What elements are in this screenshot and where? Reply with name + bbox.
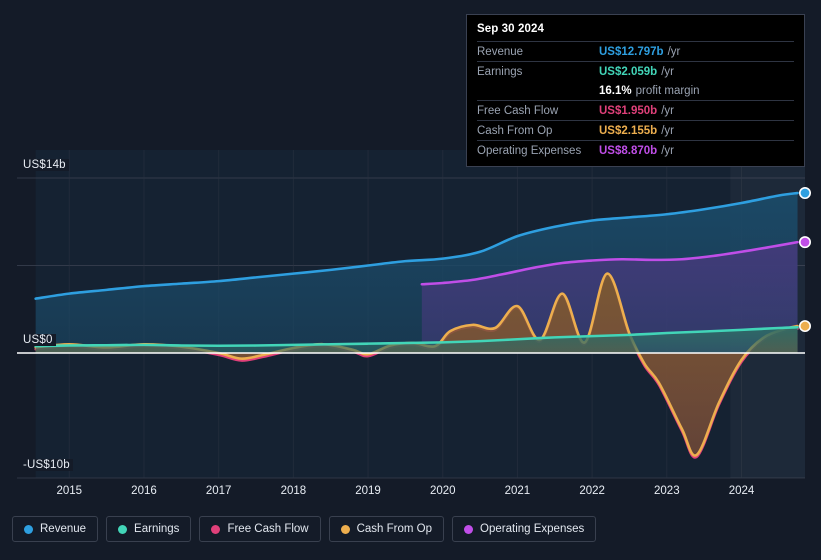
legend-item-free-cash-flow[interactable]: Free Cash Flow	[199, 516, 321, 542]
tooltip-row-value-group: US$8.870b/yr	[599, 144, 674, 158]
tooltip-row-value: US$12.797b	[599, 45, 664, 58]
tooltip-row-value-group: 16.1% profit margin	[599, 84, 700, 98]
tooltip-row-label: Operating Expenses	[477, 144, 582, 157]
tooltip-row-value: 16.1%	[599, 84, 632, 97]
tooltip-row-suffix: profit margin	[635, 84, 700, 97]
legend-color-dot-icon	[211, 524, 221, 534]
legend-color-dot-icon	[464, 524, 474, 534]
endpoint-marker-cash-from-op	[798, 320, 811, 333]
legend-item-cash-from-op[interactable]: Cash From Op	[328, 516, 445, 542]
tooltip-row-value: US$2.155b	[599, 124, 658, 137]
tooltip-row-value: US$1.950b	[599, 104, 658, 117]
y-axis-label-bottom: -US$10b	[20, 459, 73, 471]
chart-legend[interactable]: Revenue Earnings Free Cash Flow Cash From O…	[12, 516, 597, 542]
tooltip-row-value: US$2.059b	[599, 65, 658, 78]
tooltip-row-value-group: US$2.155b/yr	[599, 124, 674, 138]
financial-chart: US$14b US$0 -US$10b 2015 2016 2017 2018 2019…	[0, 0, 821, 560]
tooltip-row: Cash From Op US$2.155b/yr	[477, 120, 794, 140]
x-axis-tick-2019: 2019	[355, 485, 381, 497]
tooltip-row-label: Free Cash Flow	[477, 104, 559, 117]
endpoint-marker-operating-expenses	[798, 236, 811, 249]
legend-item-label: Operating Expenses	[480, 523, 585, 535]
legend-item-earnings[interactable]: Earnings	[106, 516, 192, 542]
legend-item-label: Earnings	[134, 523, 180, 535]
tooltip-date: Sep 30 2024	[477, 23, 544, 35]
tooltip-row-suffix: /yr	[661, 144, 674, 157]
legend-color-dot-icon	[340, 524, 350, 534]
tooltip-row: Earnings US$2.059b/yr	[477, 61, 794, 81]
legend-item-label: Revenue	[40, 523, 87, 535]
tooltip-row-value: US$8.870b	[599, 144, 658, 157]
chart-tooltip: Sep 30 2024 Revenue US$12.797b/yr Earnings…	[466, 14, 805, 167]
tooltip-row-suffix: /yr	[661, 104, 674, 117]
x-axis-tick-2018: 2018	[280, 485, 307, 497]
legend-item-label: Free Cash Flow	[227, 523, 309, 535]
legend-color-dot-icon	[118, 524, 128, 534]
x-axis-tick-2016: 2016	[131, 485, 157, 497]
tooltip-row-label: Cash From Op	[477, 124, 553, 137]
tooltip-row: Revenue US$12.797b/yr	[477, 41, 794, 61]
tooltip-row-value-group: US$1.950b/yr	[599, 104, 674, 118]
legend-item-operating-expenses[interactable]: Operating Expenses	[452, 516, 597, 542]
legend-item-label: Cash From Op	[356, 523, 433, 535]
y-axis-label-zero: US$0	[20, 334, 56, 346]
tooltip-row-label: Earnings	[477, 65, 523, 78]
legend-color-dot-icon	[24, 524, 33, 534]
x-axis-tick-2022: 2022	[579, 485, 605, 497]
tooltip-row: Free Cash Flow US$1.950b/yr	[477, 100, 794, 120]
y-axis-label-top: US$14b	[20, 159, 69, 171]
tooltip-row-suffix: /yr	[667, 45, 681, 58]
tooltip-row-suffix: /yr	[661, 124, 674, 137]
tooltip-rows: Revenue US$12.797b/yr Earnings US$2.059b/yr…	[477, 41, 794, 160]
tooltip-row-suffix: /yr	[661, 65, 674, 78]
tooltip-row-label: Revenue	[477, 45, 524, 58]
x-axis-tick-2023: 2023	[654, 485, 680, 497]
x-axis-tick-2017: 2017	[205, 485, 232, 497]
tooltip-row-value-group: US$12.797b/yr	[599, 45, 680, 59]
tooltip-row: Operating Expenses US$8.870b/yr	[477, 140, 794, 160]
x-axis-tick-2024: 2024	[728, 485, 755, 497]
endpoint-marker-revenue	[798, 187, 811, 200]
x-axis-tick-2021: 2021	[504, 485, 531, 497]
tooltip-row: 16.1% profit margin	[477, 81, 794, 100]
x-axis-tick-2015: 2015	[56, 485, 83, 497]
legend-item-revenue[interactable]: Revenue	[12, 516, 99, 542]
x-axis-tick-2020: 2020	[429, 485, 456, 497]
tooltip-row-value-group: US$2.059b/yr	[599, 65, 674, 79]
